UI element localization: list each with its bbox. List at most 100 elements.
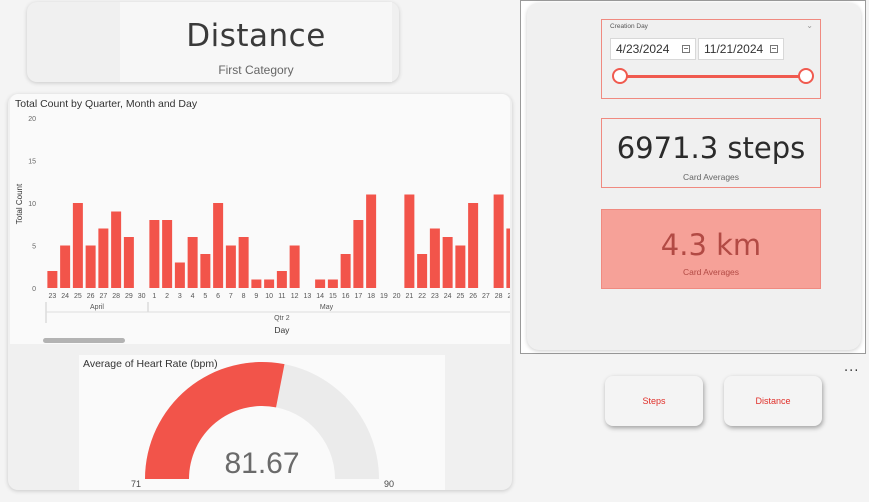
start-date-input[interactable]: 4/23/2024 <box>610 38 696 60</box>
bar[interactable] <box>213 203 224 288</box>
steps-card-value: 6971.3 steps <box>616 131 806 165</box>
x-tick-label: 27 <box>99 293 107 300</box>
more-options-button[interactable]: ... <box>844 360 859 375</box>
bar-chart-visual[interactable]: Total Count by Quarter, Month and Day 05… <box>10 94 510 344</box>
bar[interactable] <box>72 203 83 288</box>
quarter-label: Qtr 2 <box>274 315 290 322</box>
x-axis-title: Day <box>274 325 290 335</box>
calendar-icon[interactable] <box>682 45 690 53</box>
x-tick-label: 11 <box>278 293 285 300</box>
bar[interactable] <box>174 262 185 289</box>
bar[interactable] <box>264 279 275 289</box>
x-tick-label: 5 <box>203 293 207 300</box>
bar[interactable] <box>276 271 287 288</box>
x-tick-label: 14 <box>316 293 324 300</box>
calendar-icon[interactable] <box>770 45 778 53</box>
chart-scrollbar[interactable] <box>43 338 125 343</box>
page-subtitle: First Category <box>218 63 294 77</box>
y-tick-label: 0 <box>32 286 36 293</box>
bar[interactable] <box>429 228 440 289</box>
x-tick-label: 18 <box>367 293 375 300</box>
x-tick-label: 22 <box>418 293 426 300</box>
x-tick-label: 20 <box>393 293 401 300</box>
x-tick-label: 27 <box>482 293 490 300</box>
bar[interactable] <box>162 220 173 288</box>
month-label: April <box>90 304 104 311</box>
bar[interactable] <box>289 245 300 289</box>
bar[interactable] <box>238 237 249 288</box>
x-tick-label: 29 <box>125 293 133 300</box>
bar[interactable] <box>404 194 415 289</box>
slicer-label: Creation Day <box>610 23 648 30</box>
gauge-min-label: 71 <box>131 479 142 489</box>
bar[interactable] <box>506 228 510 289</box>
bar[interactable] <box>417 254 428 288</box>
x-tick-label: 28 <box>495 293 503 300</box>
bar[interactable] <box>200 254 211 288</box>
charts-panel: Total Count by Quarter, Month and Day 05… <box>8 94 512 490</box>
distance-card-value: 4.3 km <box>660 228 762 262</box>
y-tick-label: 5 <box>32 244 36 251</box>
x-tick-label: 26 <box>87 293 95 300</box>
x-tick-label: 23 <box>431 293 439 300</box>
bar[interactable] <box>493 194 504 289</box>
bar[interactable] <box>327 279 338 289</box>
bar[interactable] <box>353 220 364 288</box>
x-tick-label: 17 <box>354 293 362 300</box>
right-panel: Creation Day ⌄ 4/23/2024 11/21/2024 6971… <box>520 0 866 354</box>
x-tick-label: 6 <box>216 293 220 300</box>
distance-button[interactable]: Distance <box>724 376 822 426</box>
start-date-value: 4/23/2024 <box>616 42 670 56</box>
title-card: Distance First Category <box>27 2 399 82</box>
bar[interactable] <box>468 203 479 288</box>
x-tick-label: 2 <box>165 293 169 300</box>
bar[interactable] <box>315 279 326 289</box>
steps-card: 6971.3 steps Card Averages <box>601 118 821 188</box>
x-tick-label: 25 <box>74 293 82 300</box>
x-tick-label: 21 <box>405 293 413 300</box>
bar[interactable] <box>455 245 466 289</box>
gauge-visual[interactable]: Average of Heart Rate (bpm) 81.67 71 90 <box>79 355 445 490</box>
gauge-max-label: 90 <box>384 479 395 489</box>
bar-chart[interactable]: 05101520Total Count23 24 25 26 27 28 29 30 1 2 3 4 5… <box>10 94 510 339</box>
y-axis-title: Total Count <box>15 183 24 224</box>
bar[interactable] <box>111 211 122 289</box>
x-tick-label: 15 <box>329 293 337 300</box>
bar[interactable] <box>340 254 351 288</box>
x-tick-label: 1 <box>152 293 156 300</box>
bar[interactable] <box>149 220 160 288</box>
bar[interactable] <box>98 228 109 289</box>
x-tick-label: 3 <box>178 293 182 300</box>
distance-card: 4.3 km Card Averages <box>601 209 821 289</box>
bar[interactable] <box>225 245 236 289</box>
date-slider-track[interactable] <box>620 75 806 78</box>
steps-card-label: Card Averages <box>682 172 740 182</box>
x-tick-label: 4 <box>191 293 195 300</box>
bar[interactable] <box>366 194 377 289</box>
bar[interactable] <box>47 271 58 288</box>
bar[interactable] <box>85 245 96 289</box>
steps-button[interactable]: Steps <box>605 376 703 426</box>
x-tick-label: 28 <box>112 293 120 300</box>
x-tick-label: 23 <box>48 293 56 300</box>
slider-end-handle[interactable] <box>798 68 814 84</box>
page-title: Distance <box>186 18 326 54</box>
date-range-slicer[interactable]: Creation Day ⌄ 4/23/2024 11/21/2024 <box>601 19 821 99</box>
x-tick-label: 7 <box>229 293 233 300</box>
bar[interactable] <box>442 237 453 288</box>
bar[interactable] <box>187 237 198 288</box>
slider-start-handle[interactable] <box>612 68 628 84</box>
bar[interactable] <box>251 279 262 289</box>
end-date-input[interactable]: 11/21/2024 <box>698 38 784 60</box>
x-tick-label: 10 <box>265 293 273 300</box>
x-tick-label: 24 <box>61 293 69 300</box>
gauge-value: 81.67 <box>224 447 300 480</box>
chevron-down-icon[interactable]: ⌄ <box>806 21 813 30</box>
y-tick-label: 15 <box>28 159 36 166</box>
x-tick-label: 9 <box>254 293 258 300</box>
bar[interactable] <box>123 237 134 288</box>
bar[interactable] <box>60 245 71 289</box>
x-tick-label: 13 <box>303 293 311 300</box>
y-tick-label: 20 <box>28 116 36 123</box>
distance-card-label: Card Averages <box>682 267 740 277</box>
